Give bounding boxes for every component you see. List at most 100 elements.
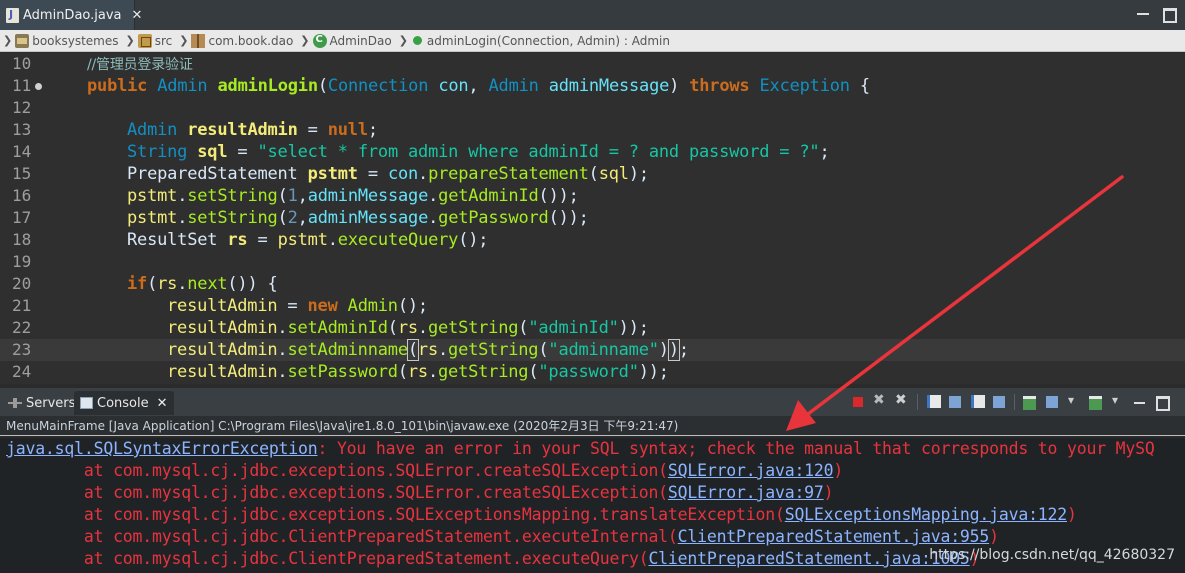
open-console-icon[interactable] <box>1087 393 1105 411</box>
console-description: MenuMainFrame [Java Application] C:\Prog… <box>0 416 1185 436</box>
package-icon <box>191 33 206 48</box>
display-selected-console-icon[interactable] <box>1043 393 1061 411</box>
line-number: 17 <box>12 208 32 227</box>
breadcrumb: ❯ booksystemes ❯ src ❯ com.book.dao ❯ Ad… <box>0 30 1185 52</box>
code-text: public Admin adminLogin(Connection con, … <box>87 76 870 96</box>
show-on-output-icon[interactable] <box>990 393 1008 411</box>
remove-all-terminated-icon[interactable] <box>893 392 911 411</box>
code-line[interactable]: 10 //管理员登录验证 <box>0 53 1185 75</box>
terminate-icon[interactable] <box>849 393 867 411</box>
editor-tab-admindao[interactable]: AdminDao.java ✕ <box>0 0 142 30</box>
breadcrumb-project-label: booksystemes <box>32 33 119 48</box>
breadcrumb-class[interactable]: AdminDao <box>312 30 396 52</box>
code-editor[interactable]: 10 //管理员登录验证 11 public Admin adminLogin(… <box>0 53 1185 384</box>
code-text: resultAdmin.setAdminname(rs.getString("a… <box>167 339 689 361</box>
line-number: 11 <box>12 76 32 95</box>
breadcrumb-separator-icon: ❯ <box>179 34 189 47</box>
code-text: resultAdmin.setAdminId(rs.getString("adm… <box>167 318 649 338</box>
minimize-icon[interactable] <box>1135 7 1151 21</box>
console-toolbar <box>849 392 1171 411</box>
line-number: 10 <box>12 54 32 73</box>
close-icon[interactable]: ✕ <box>157 396 168 411</box>
stacktrace-link[interactable]: SQLExceptionsMapping.java:122 <box>785 505 1067 524</box>
chevron-down-icon[interactable] <box>1109 393 1127 411</box>
breadcrumb-package-label: com.book.dao <box>208 33 294 48</box>
code-text: pstmt.setString(2,adminMessage.getPasswo… <box>127 208 589 228</box>
breadcrumb-project[interactable]: booksystemes <box>15 30 122 52</box>
maximize-icon[interactable] <box>1153 393 1171 411</box>
code-line[interactable]: 15 PreparedStatement pstmt = con.prepare… <box>0 163 1185 185</box>
project-icon <box>15 33 30 48</box>
toolbar-divider <box>1014 394 1015 410</box>
editor-tab-strip: AdminDao.java ✕ <box>0 0 1185 30</box>
code-line[interactable]: 11 public Admin adminLogin(Connection co… <box>0 75 1185 97</box>
output-suffix: ) <box>989 527 999 546</box>
output-prefix: at com.mysql.cj.jdbc.ClientPreparedState… <box>6 549 649 568</box>
console-output-line: at com.mysql.cj.jdbc.exceptions.SQLError… <box>6 482 834 504</box>
output-prefix: at com.mysql.cj.jdbc.ClientPreparedState… <box>6 527 678 546</box>
stacktrace-link[interactable]: ClientPreparedStatement.java:955 <box>678 527 990 546</box>
remove-launch-icon[interactable] <box>871 392 889 411</box>
line-number: 13 <box>12 120 32 139</box>
code-line[interactable]: 16 pstmt.setString(1,adminMessage.getAdm… <box>0 185 1185 207</box>
tab-servers[interactable]: Servers <box>2 391 81 415</box>
close-icon[interactable]: ✕ <box>132 8 143 23</box>
minimize-icon[interactable] <box>1131 393 1149 411</box>
code-text: //管理员登录验证 <box>87 57 193 73</box>
console-icon <box>80 397 93 409</box>
code-line[interactable]: 12 <box>0 97 1185 119</box>
breadcrumb-separator-icon: ❯ <box>3 34 13 47</box>
stacktrace-link[interactable]: ClientPreparedStatement.java:1005 <box>648 549 969 568</box>
watermark: https://blog.csdn.net/qq_42680327 <box>929 547 1175 563</box>
console-output-line: java.sql.SQLSyntaxErrorException: You ha… <box>6 438 1155 460</box>
line-number: 21 <box>12 296 32 315</box>
tab-console[interactable]: Console ✕ <box>74 391 174 415</box>
java-file-icon <box>6 7 19 23</box>
console-output-line: at com.mysql.cj.jdbc.exceptions.SQLError… <box>6 460 843 482</box>
stacktrace-link[interactable]: SQLError.java:97 <box>668 483 824 502</box>
code-line[interactable]: 22 resultAdmin.setAdminId(rs.getString("… <box>0 317 1185 339</box>
exception-link[interactable]: java.sql.SQLSyntaxErrorException <box>6 439 318 458</box>
clear-console-icon[interactable] <box>924 393 942 411</box>
word-wrap-icon[interactable] <box>968 393 986 411</box>
console-output-line: at com.mysql.cj.jdbc.ClientPreparedState… <box>6 526 999 548</box>
code-line[interactable]: 18 ResultSet rs = pstmt.executeQuery(); <box>0 229 1185 251</box>
tab-console-label: Console <box>97 395 149 411</box>
code-text: if(rs.next()) { <box>127 274 278 294</box>
stacktrace-link[interactable]: SQLError.java:120 <box>668 461 834 480</box>
line-number: 18 <box>12 230 32 249</box>
line-number: 23 <box>12 340 32 359</box>
code-line-current[interactable]: 23 resultAdmin.setAdminname(rs.getString… <box>0 339 1185 361</box>
class-icon <box>312 33 327 48</box>
line-number: 16 <box>12 186 32 205</box>
line-number: 14 <box>12 142 32 161</box>
code-text: String sql = "select * from admin where … <box>127 142 830 162</box>
code-line[interactable]: 17 pstmt.setString(2,adminMessage.getPas… <box>0 207 1185 229</box>
breadcrumb-src[interactable]: src <box>137 30 177 52</box>
breadcrumb-separator-icon: ❯ <box>300 34 310 47</box>
code-line[interactable]: 14 String sql = "select * from admin whe… <box>0 141 1185 163</box>
method-icon <box>412 36 422 45</box>
code-text: ResultSet rs = pstmt.executeQuery(); <box>127 230 489 250</box>
scroll-lock-icon[interactable] <box>946 393 964 411</box>
code-line[interactable]: 20 if(rs.next()) { <box>0 273 1185 295</box>
output-suffix: ) <box>823 483 834 502</box>
fold-marker-icon[interactable] <box>35 83 42 90</box>
code-line[interactable]: 21 resultAdmin = new Admin(); <box>0 295 1185 317</box>
breadcrumb-method-label: adminLogin(Connection, Admin) : Admin <box>426 33 670 48</box>
pin-console-icon[interactable] <box>1021 393 1039 411</box>
code-line[interactable]: 19 <box>0 251 1185 273</box>
code-line[interactable]: 24 resultAdmin.setPassword(rs.getString(… <box>0 361 1185 383</box>
output-prefix: at com.mysql.cj.jdbc.exceptions.SQLError… <box>6 461 668 480</box>
code-line[interactable]: 13 Admin resultAdmin = null; <box>0 119 1185 141</box>
code-text: resultAdmin = new Admin(); <box>167 296 428 316</box>
breadcrumb-class-label: AdminDao <box>329 33 392 48</box>
maximize-icon[interactable] <box>1161 7 1177 23</box>
breadcrumb-method[interactable]: adminLogin(Connection, Admin) : Admin <box>411 30 674 52</box>
code-text: PreparedStatement pstmt = con.prepareSta… <box>127 164 649 184</box>
code-text: resultAdmin.setPassword(rs.getString("pa… <box>167 362 669 382</box>
breadcrumb-separator-icon: ❯ <box>398 34 408 47</box>
chevron-down-icon[interactable] <box>1065 393 1083 411</box>
console-output-line: at com.mysql.cj.jdbc.exceptions.SQLExcep… <box>6 504 1077 526</box>
breadcrumb-package[interactable]: com.book.dao <box>191 30 297 52</box>
